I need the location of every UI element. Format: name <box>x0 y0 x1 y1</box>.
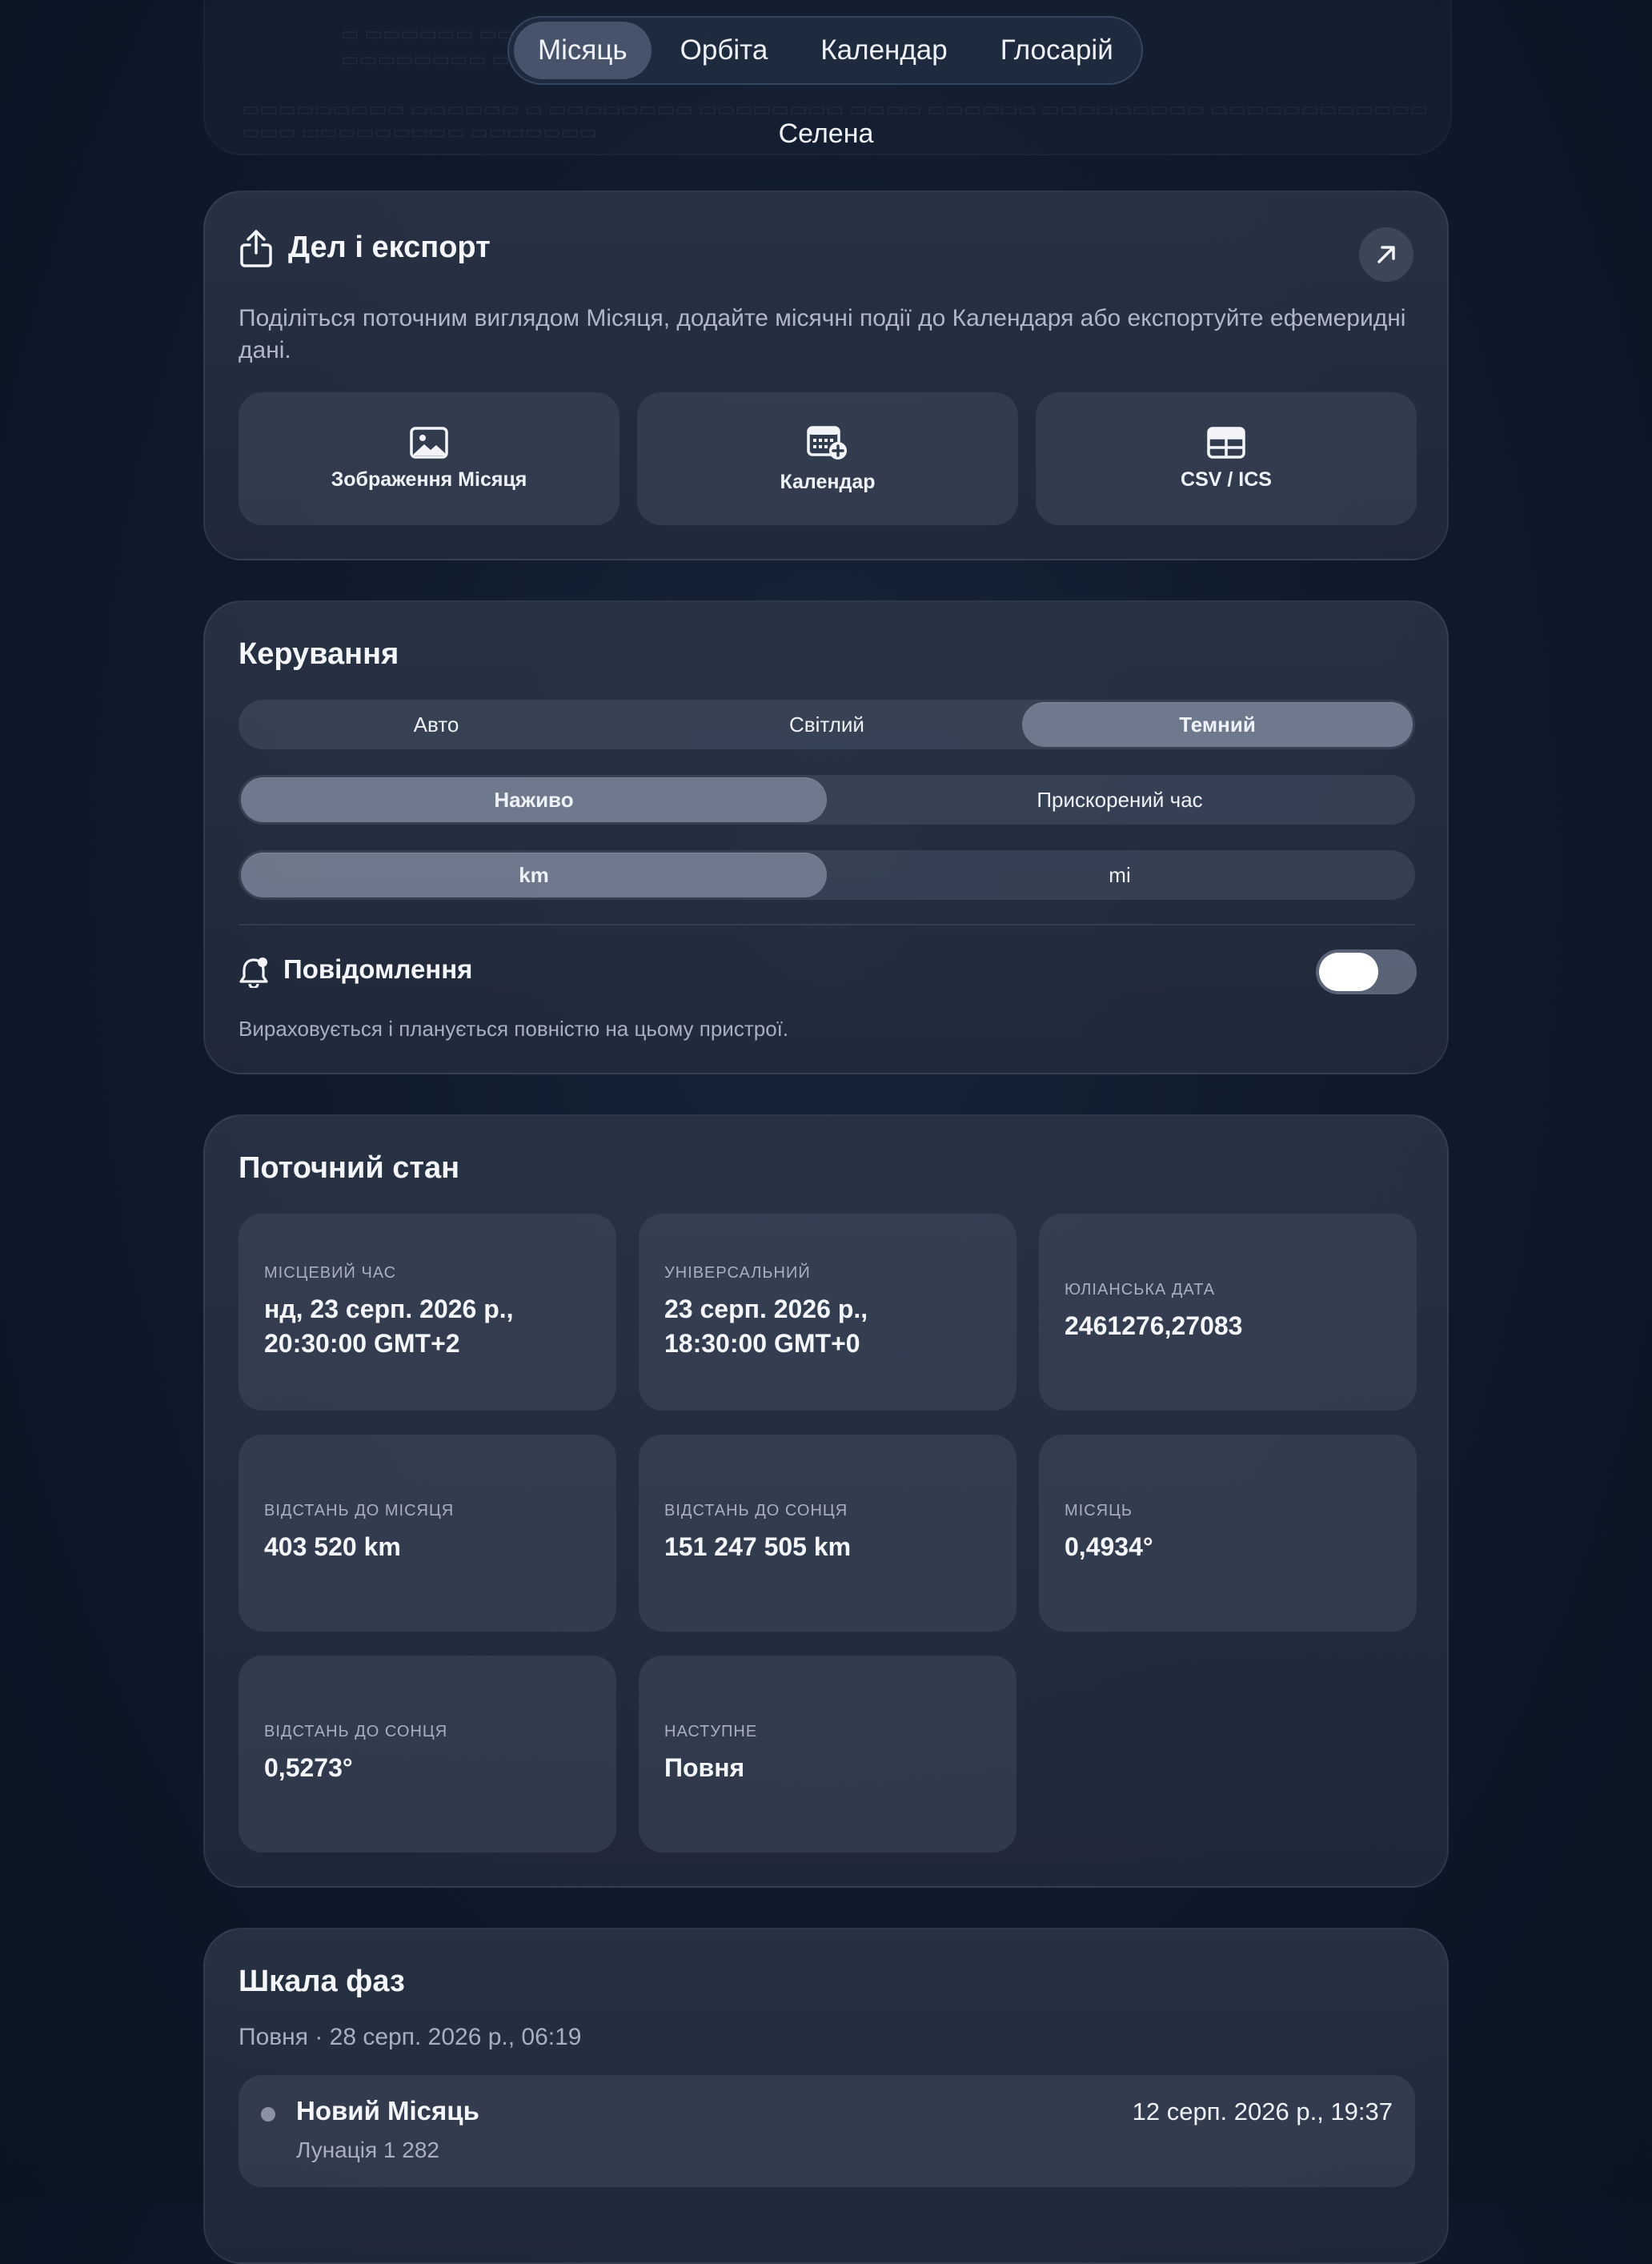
tile-value: нд, 23 серп. 2026 р., <box>264 1294 514 1323</box>
current-state-title: Поточний стан <box>239 1151 460 1185</box>
moon-angular-size-tile: місяць 0,4934° <box>1039 1435 1417 1632</box>
toggle-knob <box>1319 953 1378 991</box>
table-icon <box>1207 426 1245 459</box>
tile-value: 23 серп. 2026 р., <box>664 1294 868 1323</box>
tab-orbit[interactable]: Орбіта <box>656 22 792 79</box>
units-segmented-control: km mi <box>239 850 1415 900</box>
theme-option-auto[interactable]: Авто <box>241 702 632 747</box>
moon-distance-tile: відстань до місяця 403 520 km <box>239 1435 616 1632</box>
phase-dot-icon <box>261 2107 275 2121</box>
tile-label: наступне <box>664 1723 758 1740</box>
theme-option-light[interactable]: Світлий <box>632 702 1022 747</box>
sun-angular-size-tile: відстань до сонця 0,5273° <box>239 1656 616 1853</box>
tile-value: 18:30:00 GMT+0 <box>664 1328 860 1358</box>
share-icon <box>240 230 272 267</box>
phase-timeline-subtitle: Повня · 28 серп. 2026 р., 06:19 <box>239 2024 582 2050</box>
phase-name: Новий Місяць <box>296 2096 479 2126</box>
time-mode-segmented-control: Наживо Прискорений час <box>239 775 1415 825</box>
phase-timeline-card: Шкала фаз Повня · 28 серп. 2026 р., 06:1… <box>203 1928 1449 2264</box>
controls-title: Керування <box>239 637 399 671</box>
tile-label: універсальний <box>664 1263 811 1282</box>
tile-label: відстань до сонця <box>264 1723 448 1740</box>
time-mode-live[interactable]: Наживо <box>241 777 827 822</box>
universal-time-tile: універсальний 23 серп. 2026 р., 18:30:00… <box>639 1214 1016 1411</box>
tile-value: 0,5273° <box>264 1753 353 1782</box>
tab-calendar[interactable]: Календар <box>796 22 971 79</box>
time-mode-accelerated[interactable]: Прискорений час <box>827 777 1413 822</box>
tile-value: 0,4934° <box>1065 1532 1153 1561</box>
page-subtitle: Селена <box>778 118 874 149</box>
phase-detail: Лунація 1 282 <box>296 2138 439 2162</box>
phase-date: 12 серп. 2026 р., 19:37 <box>1132 2097 1393 2126</box>
notifications-label: Повідомлення <box>283 954 473 984</box>
share-title: Дел і експорт <box>288 231 491 264</box>
tile-value: 403 520 km <box>264 1532 401 1561</box>
controls-divider <box>239 924 1415 925</box>
share-moon-image-button[interactable]: Зображення Місяця <box>239 392 620 525</box>
tile-label: відстань до сонця <box>664 1502 848 1519</box>
image-icon <box>410 426 448 459</box>
open-external-button[interactable] <box>1359 227 1413 282</box>
share-description: Поділіться поточним виглядом Місяця, дод… <box>239 305 1406 363</box>
share-export-card: Дел і експорт Поділіться поточним вигляд… <box>203 191 1449 560</box>
calendar-add-icon <box>807 425 847 460</box>
local-time-tile: місцевий час нд, 23 серп. 2026 р., 20:30… <box>239 1214 616 1411</box>
phase-timeline-title: Шкала фаз <box>239 1965 405 1998</box>
top-navigation: Місяць Орбіта Календар Глосарій <box>507 16 1143 85</box>
units-option-mi[interactable]: mi <box>827 853 1413 897</box>
bell-icon <box>239 957 268 988</box>
tile-value: 151 247 505 km <box>664 1532 852 1561</box>
phase-row[interactable]: Новий Місяць Лунація 1 282 12 серп. 2026… <box>239 2075 1415 2187</box>
tab-moon[interactable]: Місяць <box>514 22 652 79</box>
tile-value: 2461276,27083 <box>1065 1311 1243 1340</box>
tile-value: 20:30:00 GMT+2 <box>264 1328 460 1358</box>
add-to-calendar-button[interactable]: Календар <box>637 392 1018 525</box>
julian-date-tile: юліанська дата 2461276,27083 <box>1039 1214 1417 1411</box>
tile-label: місцевий час <box>264 1263 397 1282</box>
tab-glossary[interactable]: Глосарій <box>976 22 1137 79</box>
controls-card: Керування Авто Світлий Темний Наживо При… <box>203 600 1449 1074</box>
theme-segmented-control: Авто Світлий Темний <box>239 700 1415 749</box>
notifications-toggle[interactable] <box>1316 949 1417 994</box>
arrow-up-right-icon <box>1377 246 1395 263</box>
sun-distance-tile: відстань до сонця 151 247 505 km <box>639 1435 1016 1632</box>
export-csv-ics-label: CSV / ICS <box>1181 468 1272 491</box>
tile-label: юліанська дата <box>1065 1281 1216 1299</box>
current-state-card: Поточний стан місцевий час нд, 23 серп. … <box>203 1114 1449 1888</box>
tile-label: місяць <box>1065 1502 1133 1519</box>
next-phase-tile: наступне Повня <box>639 1656 1016 1853</box>
export-csv-ics-button[interactable]: CSV / ICS <box>1036 392 1417 525</box>
units-option-km[interactable]: km <box>241 853 827 897</box>
notifications-note: Вираховується і планується повністю на ц… <box>239 1017 789 1041</box>
tile-label: відстань до місяця <box>264 1502 455 1519</box>
tile-value: Повня <box>664 1753 745 1782</box>
add-to-calendar-label: Календар <box>780 470 876 493</box>
share-moon-image-label: Зображення Місяця <box>331 468 527 491</box>
theme-option-dark[interactable]: Темний <box>1022 702 1413 747</box>
